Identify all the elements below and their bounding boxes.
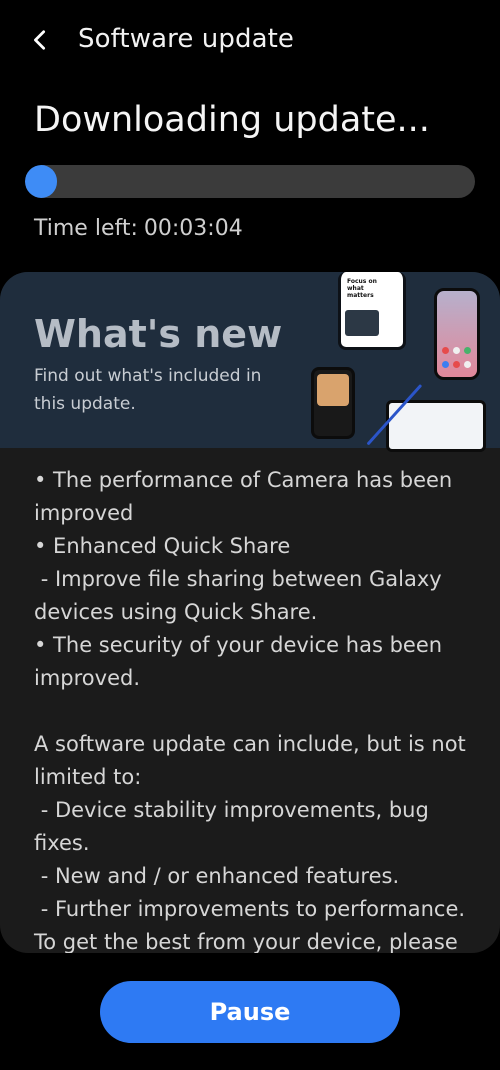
app-dot-icon bbox=[464, 347, 471, 354]
download-progress-bar bbox=[25, 165, 475, 198]
flip-phone-illustration bbox=[311, 367, 355, 439]
selfie-thumb bbox=[317, 374, 349, 406]
time-left-label: Time left: bbox=[34, 216, 138, 241]
app-dot-icon bbox=[453, 347, 460, 354]
app-dot-icon bbox=[442, 347, 449, 354]
whats-new-banner: What's new Find out what's included in t… bbox=[0, 272, 500, 452]
foldable-device-illustration: Focus on what matters bbox=[338, 272, 406, 350]
device-screen-thumb bbox=[345, 310, 379, 336]
release-notes: • The performance of Camera has been imp… bbox=[34, 468, 466, 953]
download-status-heading: Downloading update... bbox=[34, 100, 430, 140]
back-button[interactable] bbox=[22, 22, 58, 58]
whats-new-subtitle: Find out what's included in this update. bbox=[34, 366, 262, 414]
pause-button[interactable]: Pause bbox=[100, 981, 400, 1043]
whats-new-title: What's new bbox=[34, 312, 283, 356]
progress-fill bbox=[25, 165, 57, 198]
app-dot-icon bbox=[464, 361, 471, 368]
whats-new-card[interactable]: What's new Find out what's included in t… bbox=[0, 272, 500, 953]
top-app-bar: Software update bbox=[0, 0, 500, 80]
app-dot-icon bbox=[442, 361, 449, 368]
chevron-left-icon bbox=[34, 30, 46, 50]
time-left-value: 00:03:04 bbox=[143, 216, 243, 241]
page-title: Software update bbox=[78, 24, 294, 54]
time-left: Time left: 00:03:04 bbox=[34, 216, 243, 241]
device-caption: Focus on what matters bbox=[347, 278, 377, 299]
app-dot-icon bbox=[453, 361, 460, 368]
phone-illustration bbox=[434, 288, 480, 380]
